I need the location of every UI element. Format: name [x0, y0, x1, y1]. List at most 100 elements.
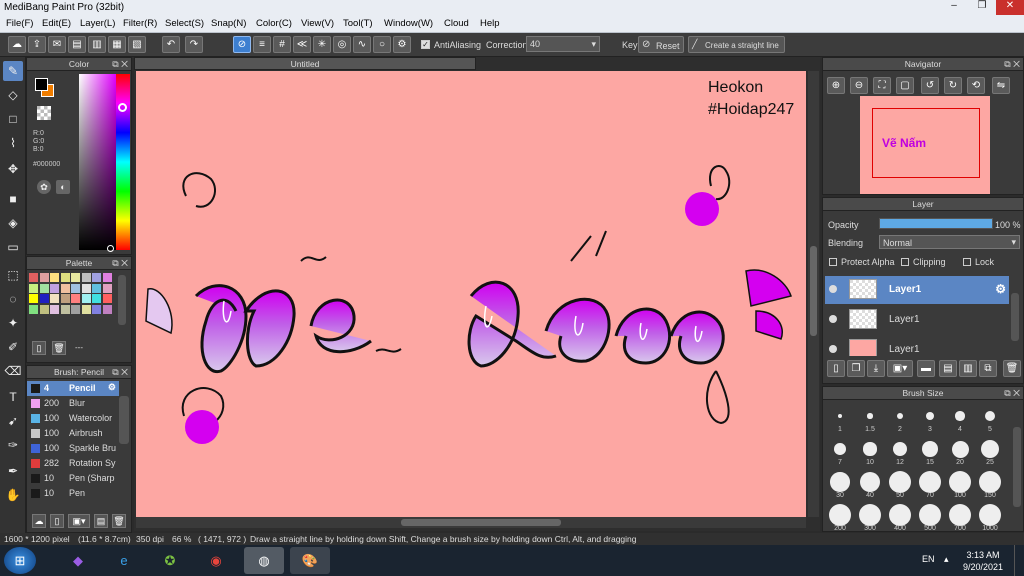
- reset-rotation-icon[interactable]: ⟲: [967, 77, 985, 94]
- brush-size-option[interactable]: 3: [915, 402, 945, 434]
- lasso-icon[interactable]: ◌: [3, 289, 23, 309]
- menu-edit[interactable]: Edit(E): [42, 18, 71, 29]
- comment-icon[interactable]: ✉: [48, 36, 66, 53]
- select-eraser-icon[interactable]: ⌫: [3, 361, 23, 381]
- fill-rect-icon[interactable]: ■: [3, 189, 23, 209]
- perspective-snap-icon[interactable]: ≪: [293, 36, 311, 53]
- brush-size-scrollbar[interactable]: [1013, 427, 1021, 507]
- brush-item[interactable]: 4 Pencil ⚙: [27, 381, 119, 396]
- palette-swatch[interactable]: [39, 273, 49, 282]
- new-layer-icon[interactable]: ▯: [827, 360, 845, 377]
- palette-swatch[interactable]: [29, 273, 38, 282]
- magic-wand-icon[interactable]: ✦: [3, 313, 23, 333]
- menu-filter[interactable]: Filter(R): [123, 18, 157, 29]
- menu-help[interactable]: Help: [480, 18, 500, 29]
- hue-slider[interactable]: [116, 74, 130, 250]
- new-palette-icon[interactable]: ▯: [32, 341, 46, 355]
- brush-icon[interactable]: ✎: [3, 61, 23, 81]
- document-icon[interactable]: ▥: [88, 36, 106, 53]
- brush-size-option[interactable]: 1000: [975, 501, 1005, 533]
- rotate-left-icon[interactable]: ↺: [921, 77, 939, 94]
- visual-studio-icon[interactable]: ◆: [58, 547, 98, 574]
- protect-alpha-checkbox[interactable]: [829, 258, 837, 266]
- undo-icon[interactable]: ↶: [162, 36, 180, 53]
- circle-snap-icon[interactable]: ○: [373, 36, 391, 53]
- palette-swatch[interactable]: [29, 304, 38, 314]
- brush-size-option[interactable]: 150: [975, 468, 1005, 500]
- brush-size-option[interactable]: 1: [825, 402, 855, 434]
- drawing-canvas[interactable]: Heokon #Hoidap247: [136, 71, 806, 517]
- palette-swatch[interactable]: [71, 283, 80, 293]
- palette-swatch[interactable]: [60, 283, 70, 293]
- show-desktop-button[interactable]: [1014, 545, 1024, 576]
- parallel-snap-icon[interactable]: ≡: [253, 36, 271, 53]
- brush-item[interactable]: 282 Rotation Sy: [27, 456, 119, 471]
- transparent-swatch[interactable]: [37, 106, 51, 120]
- layer-row[interactable]: Layer1: [825, 336, 1009, 356]
- brush-size-option[interactable]: 1.5: [855, 402, 885, 434]
- palette-swatch[interactable]: [102, 294, 112, 303]
- brush-size-option[interactable]: 30: [825, 468, 855, 500]
- close-icon[interactable]: ⧉ ✕: [112, 58, 128, 71]
- trash-icon[interactable]: 🗑: [1003, 360, 1021, 377]
- zoom-in-icon[interactable]: ⊕: [827, 77, 845, 94]
- redo-icon[interactable]: ↷: [185, 36, 203, 53]
- brush-size-option[interactable]: 4: [945, 402, 975, 434]
- brush-item[interactable]: 100 Watercolor: [27, 411, 119, 426]
- brush-cloud-icon[interactable]: ☁: [32, 514, 46, 528]
- brush-item[interactable]: 10 Pen (Sharp: [27, 471, 119, 486]
- paint-icon[interactable]: 🎨: [290, 547, 330, 574]
- text-icon[interactable]: T: [3, 387, 23, 407]
- merge-layer-icon[interactable]: ⤓: [867, 360, 885, 377]
- color-palette-icon[interactable]: ◐: [56, 180, 70, 194]
- brush-size-option[interactable]: 500: [915, 501, 945, 533]
- layer-move-icon[interactable]: ⧉: [979, 360, 997, 377]
- start-button[interactable]: ⊞: [4, 547, 36, 574]
- correction-select[interactable]: 40 ▾: [526, 36, 600, 52]
- select-rect-icon[interactable]: ⬚: [3, 265, 23, 285]
- bucket-icon[interactable]: ◈: [3, 213, 23, 233]
- palette-swatch[interactable]: [71, 304, 80, 314]
- color-wheel-icon[interactable]: ✿: [37, 180, 51, 194]
- palette-swatch[interactable]: [102, 304, 112, 314]
- palette-swatch[interactable]: [39, 304, 49, 314]
- rectangle-icon[interactable]: □: [3, 109, 23, 129]
- snap-off-icon[interactable]: ⊘: [233, 36, 251, 53]
- cloud-icon[interactable]: ☁: [8, 36, 26, 53]
- palette-swatch[interactable]: [50, 273, 59, 282]
- layer-row[interactable]: Layer1 ⚙: [825, 276, 1009, 304]
- palette-swatch[interactable]: [60, 273, 70, 282]
- menu-window[interactable]: Window(W): [384, 18, 433, 29]
- palette-swatch[interactable]: [39, 294, 49, 303]
- brush-size-option[interactable]: 300: [855, 501, 885, 533]
- brush-size-option[interactable]: 15: [915, 435, 945, 467]
- palette-swatch[interactable]: [92, 294, 101, 303]
- palette-swatch[interactable]: [50, 283, 59, 293]
- move-icon[interactable]: ✥: [3, 159, 23, 179]
- add-layer-menu-icon[interactable]: ▣▾: [887, 360, 913, 377]
- opacity-slider[interactable]: [879, 218, 993, 229]
- menu-file[interactable]: File(F): [6, 18, 33, 29]
- brush-size-option[interactable]: 200: [825, 501, 855, 533]
- brush-item[interactable]: 10 Pen: [27, 486, 119, 501]
- brush-size-option[interactable]: 5: [975, 402, 1005, 434]
- dot-tool-icon[interactable]: ⌇: [3, 133, 23, 153]
- share-icon[interactable]: ⇪: [28, 36, 46, 53]
- zoom-out-icon[interactable]: ⊖: [850, 77, 868, 94]
- flip-icon[interactable]: ⇋: [992, 77, 1010, 94]
- gear-icon[interactable]: ⚙: [995, 282, 1006, 296]
- select-pen-icon[interactable]: ✐: [3, 337, 23, 357]
- menu-view[interactable]: View(V): [301, 18, 334, 29]
- palette-swatch[interactable]: [60, 294, 70, 303]
- brush-size-option[interactable]: 10: [855, 435, 885, 467]
- actual-size-icon[interactable]: ▢: [896, 77, 914, 94]
- trash-icon[interactable]: 🗑: [52, 341, 66, 355]
- eyedropper-icon[interactable]: ✑: [3, 435, 23, 455]
- brush-size-option[interactable]: 50: [885, 468, 915, 500]
- message-icon[interactable]: ▤: [68, 36, 86, 53]
- foreground-color-swatch[interactable]: [35, 78, 48, 91]
- gradient-icon[interactable]: ▭: [3, 237, 23, 257]
- close-icon[interactable]: ⧉ ✕: [1004, 387, 1020, 400]
- reset-button[interactable]: ⊘ Reset: [638, 36, 684, 53]
- gear-icon[interactable]: ⚙: [108, 382, 116, 393]
